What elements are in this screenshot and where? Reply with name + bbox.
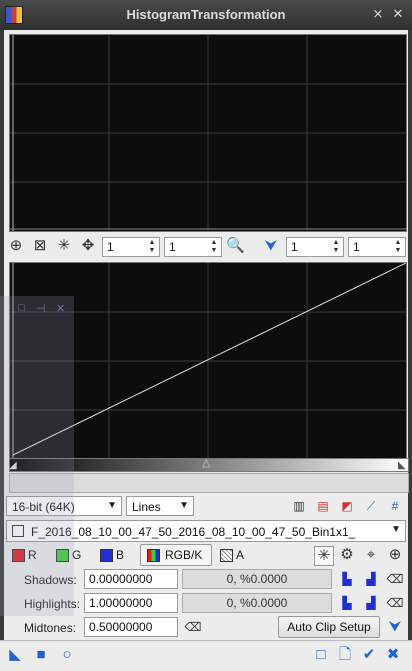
zoom-y-spinbox[interactable]: 1 ▲ ▼ bbox=[164, 237, 222, 257]
midtones-handle-icon[interactable]: △ bbox=[202, 456, 210, 469]
highlights-field[interactable]: 1.00000000 bbox=[84, 593, 178, 613]
zoom-in-frame-icon[interactable]: ⊠ bbox=[31, 237, 49, 255]
bit-depth-combo[interactable]: 16-bit (64K) ▼ bbox=[6, 496, 122, 516]
view-icon bbox=[12, 525, 24, 537]
highlights-label: Highlights: bbox=[24, 597, 81, 611]
document-icon[interactable]: 🗋 bbox=[336, 646, 354, 664]
shadows-clip-readout: 0, %0.0000 bbox=[182, 569, 332, 589]
alpha-channel-label: A bbox=[236, 548, 245, 562]
shadows-reset-icon[interactable]: ⌫ bbox=[386, 570, 404, 588]
spin-arrows-icon: ▲ ▼ bbox=[332, 239, 340, 254]
apply-global-icon[interactable]: ■ bbox=[32, 646, 50, 664]
highlights-clip-readout: 0, %0.0000 bbox=[182, 593, 332, 613]
graph-style-combo[interactable]: Lines ▼ bbox=[126, 496, 194, 516]
red-channel-label: R bbox=[28, 548, 37, 562]
window-title: HistogramTransformation bbox=[126, 7, 286, 22]
auto-clip-setup-button[interactable]: Auto Clip Setup bbox=[278, 616, 380, 638]
browse-docs-icon[interactable]: □ bbox=[312, 646, 330, 664]
shadows-clip-icon[interactable]: ▟ bbox=[362, 570, 380, 588]
target-icon[interactable]: ⌖ bbox=[362, 546, 380, 564]
input-histogram-grid bbox=[10, 35, 406, 231]
spin-arrows-icon: ▲ ▼ bbox=[148, 239, 156, 254]
transfer-curve-svg bbox=[10, 263, 406, 459]
zoom-toolbar: ⊕ ⊠ ✳ ✥ 1 ▲ ▼ 1 ▲ ▼ 🔍 ⮟ 1 ▲ ▼ 1 ▲ ▼ bbox=[4, 234, 408, 260]
title-bar: HistogramTransformation ⨯ ✕ bbox=[0, 0, 412, 30]
shadows-label: Shadows: bbox=[24, 573, 77, 587]
zoom-out-frame-icon[interactable]: ✳ bbox=[55, 237, 73, 255]
rgbk-channel-button[interactable]: RGB/K bbox=[140, 544, 212, 566]
midtones-gradient-slider[interactable]: ◢ △ ◣ bbox=[9, 456, 409, 472]
zoom-x-spinbox[interactable]: 1 ▲ ▼ bbox=[102, 237, 160, 257]
pan-icon[interactable]: ✥ bbox=[79, 237, 97, 255]
blue-channel-label: B bbox=[116, 548, 125, 562]
background-window-controls: □ ⊣ ✕ bbox=[0, 300, 74, 318]
highlights-reset-icon[interactable]: ⌫ bbox=[386, 594, 404, 612]
red-channel-swatch[interactable] bbox=[12, 549, 25, 562]
curve-graph-icon[interactable]: ⟋ bbox=[362, 497, 380, 515]
highlights-clip-icon[interactable]: ▟ bbox=[362, 594, 380, 612]
highlights-auto-icon[interactable]: ▙ bbox=[338, 594, 356, 612]
green-channel-swatch[interactable] bbox=[56, 549, 69, 562]
expand-chevron-icon[interactable]: ⮟ bbox=[386, 618, 404, 636]
midtones-reset-icon[interactable]: ⌫ bbox=[184, 618, 202, 636]
reset-all-icon[interactable]: ✳ bbox=[314, 546, 334, 566]
shade-icon[interactable]: ⨯ bbox=[370, 6, 386, 22]
green-channel-label: G bbox=[72, 548, 82, 562]
rgbk-swatch-icon bbox=[147, 549, 160, 562]
input-histogram[interactable] bbox=[9, 34, 407, 232]
highlights-handle-icon[interactable]: ◣ bbox=[398, 460, 406, 471]
close-icon: ✕ bbox=[56, 303, 66, 315]
midtones-field[interactable]: 0.50000000 bbox=[84, 617, 178, 637]
double-chevron-down-icon[interactable]: ⮟ bbox=[262, 237, 280, 255]
output-histogram[interactable] bbox=[9, 262, 407, 460]
bottom-zoom-x-spinbox[interactable]: 1 ▲ ▼ bbox=[286, 237, 344, 257]
shadows-handle-icon[interactable]: ◢ bbox=[9, 460, 17, 471]
rgb-histogram-icon[interactable]: ▤ bbox=[314, 497, 332, 515]
grid-toggle-icon[interactable]: # bbox=[386, 497, 404, 515]
restore-icon: □ bbox=[18, 302, 25, 314]
shadows-auto-icon[interactable]: ▙ bbox=[338, 570, 356, 588]
midtones-label: Midtones: bbox=[24, 621, 77, 635]
histogram-bars-icon[interactable]: ▥ bbox=[290, 497, 308, 515]
blue-channel-swatch[interactable] bbox=[100, 549, 113, 562]
close-icon[interactable]: ✕ bbox=[390, 6, 406, 22]
gear-icon[interactable]: ⚙ bbox=[338, 546, 356, 564]
crosshair-icon[interactable]: ⊕ bbox=[386, 546, 404, 564]
dropdown-arrow-icon: ▼ bbox=[391, 524, 401, 535]
area-graph-icon[interactable]: ◩ bbox=[338, 497, 356, 515]
shadows-field[interactable]: 0.00000000 bbox=[84, 569, 178, 589]
reset-icon[interactable]: ✖ bbox=[384, 646, 402, 664]
bottom-zoom-y-spinbox[interactable]: 1 ▲ ▼ bbox=[348, 237, 406, 257]
dropdown-arrow-icon: ▼ bbox=[179, 500, 189, 511]
main-panel: ⊕ ⊠ ✳ ✥ 1 ▲ ▼ 1 ▲ ▼ 🔍 ⮟ 1 ▲ ▼ 1 ▲ ▼ ◢ △ … bbox=[4, 30, 409, 670]
new-instance-icon[interactable]: ◣ bbox=[6, 646, 24, 664]
spin-arrows-icon: ▲ ▼ bbox=[394, 239, 402, 254]
clipping-bar bbox=[9, 473, 409, 493]
view-selector-combo[interactable]: F_2016_08_10_00_47_50_2016_08_10_00_47_5… bbox=[6, 520, 406, 542]
alpha-channel-swatch[interactable] bbox=[220, 549, 233, 562]
move-cursor-icon[interactable]: ⊕ bbox=[7, 237, 25, 255]
dropdown-arrow-icon: ▼ bbox=[107, 500, 117, 511]
bottom-toolbar: ◣ ■ ○ □ 🗋 ✔ ✖ bbox=[0, 640, 412, 671]
spin-arrows-icon: ▲ ▼ bbox=[210, 239, 218, 254]
pin-icon: ⊣ bbox=[36, 303, 46, 315]
magnifier-icon[interactable]: 🔍 bbox=[226, 237, 245, 255]
real-time-preview-icon[interactable]: ○ bbox=[58, 646, 76, 664]
check-icon[interactable]: ✔ bbox=[360, 646, 378, 664]
